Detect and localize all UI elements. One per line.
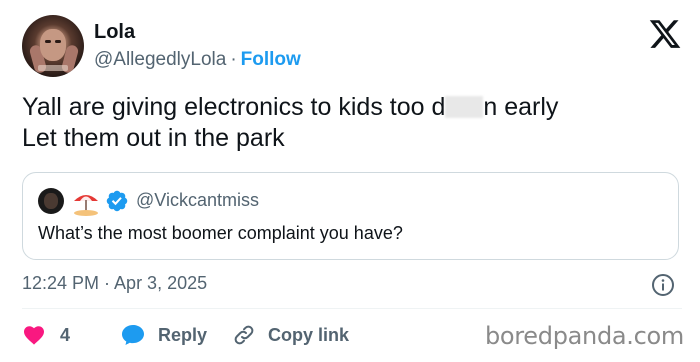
link-icon: [234, 325, 254, 345]
tweet-line-1: Yall are giving electronics to kids too …: [22, 93, 559, 121]
watermark: boredpanda.com: [484, 322, 684, 350]
tweet-header: Lola @AllegedlyLola · Follow: [22, 15, 682, 79]
reply-button[interactable]: Reply: [120, 320, 207, 350]
reply-bubble-icon: [122, 325, 144, 345]
umbrella-emoji-icon: [74, 195, 98, 216]
divider: [22, 308, 682, 309]
copy-link-label: Copy link: [268, 324, 350, 345]
x-logo-icon[interactable]: [648, 17, 682, 51]
author-handle[interactable]: @AllegedlyLola: [94, 49, 226, 70]
like-count: 4: [60, 324, 71, 345]
info-icon[interactable]: [651, 273, 675, 297]
heart-icon: [24, 326, 44, 345]
tweet-line-2: Let them out in the park: [22, 124, 285, 152]
quoted-handle[interactable]: @Vickcantmiss: [136, 190, 259, 211]
like-button[interactable]: 4: [22, 320, 70, 350]
author-handle-row: @AllegedlyLola · Follow: [94, 49, 301, 71]
verified-badge-icon: [106, 190, 128, 212]
quoted-avatar[interactable]: [38, 188, 64, 214]
tweet-timestamp[interactable]: 12:24 PM · Apr 3, 2025: [22, 273, 207, 294]
copy-link-button[interactable]: Copy link: [232, 320, 349, 350]
author-avatar[interactable]: [22, 15, 84, 77]
censor-blur: [445, 96, 484, 118]
quoted-text: What’s the most boomer complaint you hav…: [38, 223, 403, 243]
quoted-tweet-card[interactable]: @Vickcantmiss What’s the most boomer com…: [22, 172, 679, 260]
follow-button[interactable]: Follow: [241, 49, 301, 70]
tweet-text: Yall are giving electronics to kids too …: [22, 92, 682, 154]
separator: ·: [230, 49, 237, 70]
author-name[interactable]: Lola: [94, 21, 135, 44]
reply-label: Reply: [158, 324, 208, 345]
